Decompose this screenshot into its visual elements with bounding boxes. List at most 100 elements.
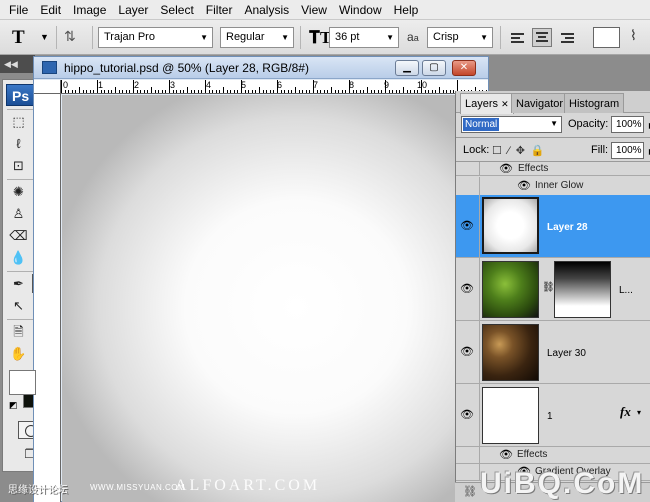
- menu-analysis[interactable]: Analysis: [238, 0, 295, 20]
- eraser-tool-icon[interactable]: ⌫: [8, 226, 29, 245]
- menu-filter[interactable]: Filter: [200, 0, 239, 20]
- tab-histogram[interactable]: Histogram: [564, 93, 625, 113]
- eye-icon[interactable]: 👁: [460, 410, 474, 421]
- font-size-select[interactable]: 36 pt ▼: [329, 27, 399, 48]
- text-color-swatch[interactable]: [593, 27, 620, 48]
- default-colors-icon[interactable]: ◩: [9, 400, 18, 411]
- blend-mode-select[interactable]: Normal ▼: [461, 116, 562, 133]
- menu-view[interactable]: View: [295, 0, 333, 20]
- menu-image[interactable]: Image: [67, 0, 112, 20]
- ruler-tick: [302, 90, 304, 93]
- ps-document-icon: [42, 61, 57, 74]
- image-canvas[interactable]: [62, 95, 488, 502]
- menu-help[interactable]: Help: [388, 0, 425, 20]
- align-left-button[interactable]: [507, 28, 527, 47]
- marquee-tool-icon[interactable]: ⬚: [8, 112, 29, 131]
- text-orientation-icon[interactable]: ⇅: [64, 28, 76, 45]
- eye-icon[interactable]: 👁: [517, 181, 531, 192]
- ruler-tick: [424, 90, 426, 93]
- path-selection-tool-icon[interactable]: ↖: [8, 296, 29, 315]
- layer-row-layer-28[interactable]: 👁 Layer 28: [456, 195, 650, 258]
- maximize-button[interactable]: ▢: [422, 60, 446, 76]
- notes-tool-icon[interactable]: 🗎: [8, 322, 29, 341]
- blur-tool-icon[interactable]: 💧: [8, 248, 29, 267]
- tab-navigator[interactable]: Navigator: [511, 93, 569, 113]
- ruler-tick: [179, 90, 181, 93]
- menu-edit[interactable]: Edit: [34, 0, 67, 20]
- ruler-tick: [295, 87, 296, 93]
- menu-select[interactable]: Select: [154, 0, 199, 20]
- ruler-tick: [269, 90, 271, 93]
- ruler-tick: [89, 90, 91, 93]
- ruler-tick: [223, 87, 224, 93]
- ruler-tick: [133, 80, 134, 93]
- ruler-label: 4: [206, 80, 212, 90]
- ruler-tick: [273, 90, 275, 93]
- link-layers-icon[interactable]: ⛓: [463, 485, 477, 498]
- text-tool-preset-icon[interactable]: T: [12, 27, 25, 49]
- ruler-tick: [341, 90, 343, 93]
- ruler-tick: [136, 90, 138, 93]
- font-family-select[interactable]: Trajan Pro ▼: [98, 27, 213, 48]
- ruler-tick: [190, 90, 192, 93]
- panel-collapse-icon[interactable]: ◀◀: [0, 55, 35, 73]
- layer-effects-row[interactable]: 👁 Effects: [456, 162, 650, 176]
- layer-row-layer-30[interactable]: 👁 Layer 30: [456, 321, 650, 384]
- ruler-tick: [392, 90, 394, 93]
- opacity-field[interactable]: 100% ▶: [611, 116, 650, 133]
- vertical-ruler[interactable]: [34, 94, 61, 502]
- layer-row-masked[interactable]: 👁 ⛓ L...: [456, 258, 650, 321]
- eye-icon[interactable]: 👁: [499, 164, 513, 175]
- ruler-origin[interactable]: [34, 80, 61, 94]
- antialias-select[interactable]: Crisp ▼: [427, 27, 493, 48]
- close-tab-icon[interactable]: ✕: [501, 99, 509, 109]
- hand-tool-icon[interactable]: ✋: [8, 344, 29, 363]
- ruler-tick: [237, 90, 239, 93]
- watermark-uibq: UiBQ.CoM: [480, 467, 645, 500]
- tool-preset-dropdown-icon[interactable]: ▼: [40, 32, 49, 42]
- chevron-down-icon: ▼: [550, 119, 558, 128]
- layer-mask-thumbnail: [554, 261, 611, 318]
- layer-effects-row[interactable]: 👁 Effects: [456, 447, 650, 464]
- layer-name: L...: [619, 285, 633, 296]
- menu-window[interactable]: Window: [333, 0, 388, 20]
- menu-layer[interactable]: Layer: [112, 0, 154, 20]
- eye-icon[interactable]: 👁: [460, 284, 474, 295]
- eye-icon[interactable]: 👁: [499, 450, 513, 461]
- chevron-down-icon: ▼: [281, 33, 289, 42]
- close-button[interactable]: ✕: [452, 60, 476, 76]
- crop-tool-icon[interactable]: ⊡: [8, 156, 29, 175]
- pen-tool-icon[interactable]: ✒: [8, 274, 29, 293]
- inner-glow-row[interactable]: 👁 Inner Glow: [456, 177, 650, 196]
- tab-layers[interactable]: Layers ✕: [460, 93, 514, 114]
- layer-row-1[interactable]: 👁 1 fx ▾: [456, 384, 650, 447]
- font-style-select[interactable]: Regular ▼: [220, 27, 294, 48]
- fill-label: Fill:: [591, 144, 609, 156]
- layer-name: Layer 30: [547, 348, 586, 359]
- horizontal-ruler[interactable]: 0 1 2 3 4 5 6 7 8 9 10: [61, 80, 488, 94]
- ruler-tick: [169, 80, 170, 93]
- align-right-button[interactable]: [557, 28, 577, 47]
- ruler-tick: [104, 90, 106, 93]
- eye-icon[interactable]: 👁: [460, 347, 474, 358]
- ruler-tick: [151, 87, 152, 93]
- separator: [56, 26, 57, 49]
- link-icon[interactable]: ⛓: [542, 282, 555, 293]
- ruler-tick: [334, 90, 336, 93]
- lasso-tool-icon[interactable]: ℓ: [8, 134, 29, 153]
- ruler-tick: [165, 90, 167, 93]
- healing-brush-tool-icon[interactable]: ✺: [8, 182, 29, 201]
- fx-icon[interactable]: fx: [620, 404, 631, 420]
- eye-icon[interactable]: 👁: [460, 221, 474, 232]
- warp-text-icon[interactable]: ⌇: [630, 27, 637, 44]
- effect-name: Inner Glow: [535, 180, 584, 191]
- clone-stamp-tool-icon[interactable]: ♙: [8, 204, 29, 223]
- align-center-button[interactable]: [532, 28, 552, 47]
- menu-file[interactable]: File: [3, 0, 34, 20]
- fill-field[interactable]: 100% ▶: [611, 142, 650, 159]
- foreground-color-swatch[interactable]: [9, 370, 36, 395]
- chevron-down-icon[interactable]: ▾: [637, 408, 641, 417]
- ruler-tick: [251, 90, 253, 93]
- minimize-button[interactable]: ▁: [395, 60, 419, 76]
- lock-options-icon[interactable]: ☐∕✥🔒: [492, 144, 551, 157]
